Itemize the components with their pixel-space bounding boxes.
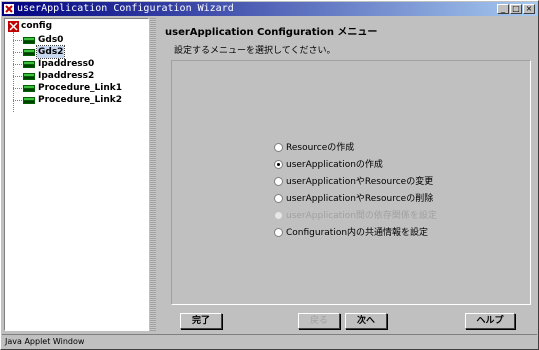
option-label: Resourceの作成 bbox=[286, 143, 355, 153]
tree-item-label: Gds2 bbox=[35, 45, 66, 59]
tree-item-label: Procedure_Link2 bbox=[38, 95, 123, 105]
back-button: 戻る bbox=[298, 313, 340, 329]
split-pane-divider[interactable] bbox=[150, 18, 156, 331]
next-button[interactable]: 次へ bbox=[345, 313, 387, 329]
node-icon bbox=[23, 49, 35, 56]
tree-branch-line bbox=[13, 64, 22, 65]
tree-branch-line bbox=[13, 88, 22, 89]
title-bar[interactable]: userApplication Configuration Wizard _ □… bbox=[2, 2, 537, 16]
java-app-icon bbox=[4, 4, 14, 14]
window-title: userApplication Configuration Wizard bbox=[17, 3, 234, 14]
node-icon bbox=[23, 85, 35, 92]
option-label: userApplication間の依存関係を設定 bbox=[286, 211, 437, 221]
status-bar: Java Applet Window bbox=[2, 334, 537, 348]
radio-button[interactable] bbox=[274, 160, 283, 169]
tree-item-label: Ipaddress2 bbox=[38, 71, 95, 81]
tree-branch-line bbox=[13, 76, 22, 77]
radio-button[interactable] bbox=[274, 177, 283, 186]
config-tree[interactable]: config Gds0 Gds2 Ipaddress0 Ipaddress2 P… bbox=[4, 18, 149, 331]
radio-button bbox=[274, 211, 283, 220]
tree-item-label: Gds0 bbox=[38, 35, 64, 45]
radio-button[interactable] bbox=[274, 194, 283, 203]
page-title: userApplication Configuration メニュー bbox=[165, 27, 378, 38]
tree-item-label: Ipaddress0 bbox=[38, 59, 95, 69]
option-label: userApplicationやResourceの削除 bbox=[286, 194, 434, 204]
instruction-text: 設定するメニューを選択してください。 bbox=[174, 46, 336, 56]
tree-item-label: Procedure_Link1 bbox=[38, 83, 123, 93]
minimize-button[interactable]: _ bbox=[497, 4, 509, 14]
tree-root-label: config bbox=[21, 21, 53, 31]
tree-branch-line bbox=[13, 100, 22, 101]
node-icon bbox=[23, 97, 35, 104]
radio-button[interactable] bbox=[274, 143, 283, 152]
option-label: userApplicationやResourceの変更 bbox=[286, 177, 434, 187]
node-icon bbox=[23, 37, 35, 44]
node-icon bbox=[23, 73, 35, 80]
help-button[interactable]: ヘルプ bbox=[465, 313, 515, 329]
maximize-button[interactable]: □ bbox=[510, 4, 522, 14]
finish-button[interactable]: 完了 bbox=[180, 313, 222, 329]
wizard-window: userApplication Configuration Wizard _ □… bbox=[0, 0, 539, 350]
node-icon bbox=[23, 61, 35, 68]
menu-options-panel: Resourceの作成 userApplicationの作成 userAppli… bbox=[171, 60, 531, 305]
option-label: userApplicationの作成 bbox=[286, 160, 383, 170]
config-icon bbox=[8, 21, 19, 32]
close-button[interactable]: × bbox=[523, 4, 535, 14]
tree-branch-line bbox=[13, 52, 22, 53]
tree-branch-line bbox=[13, 40, 22, 41]
option-label: Configuration内の共通情報を設定 bbox=[286, 228, 429, 238]
radio-button[interactable] bbox=[274, 228, 283, 237]
